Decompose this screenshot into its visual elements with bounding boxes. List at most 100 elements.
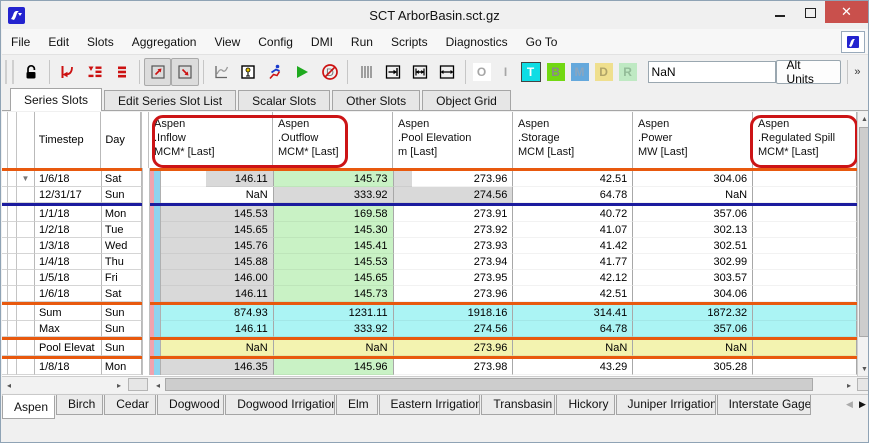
value-cell[interactable]: 145.88 bbox=[161, 254, 274, 270]
value-cell[interactable] bbox=[753, 238, 857, 254]
menu-item-aggregation[interactable]: Aggregation bbox=[123, 31, 206, 53]
minimize-button[interactable] bbox=[765, 1, 795, 23]
value-cell[interactable] bbox=[753, 270, 857, 286]
day-cell[interactable]: Mon bbox=[102, 359, 142, 375]
column-header-aspen-pool-elevation[interactable]: Aspen.Pool Elevationm [Last] bbox=[393, 112, 513, 168]
value-cell[interactable]: NaN bbox=[633, 187, 753, 203]
timestep-cell[interactable]: 1/4/18 bbox=[35, 254, 102, 270]
timestep-cell[interactable]: 12/31/17 bbox=[35, 187, 102, 203]
sheet-tab-elm[interactable]: Elm bbox=[336, 395, 378, 415]
value-cell[interactable] bbox=[753, 171, 857, 187]
value-cell[interactable]: 146.00 bbox=[161, 270, 274, 286]
sheet-tab-juniper-irrigation[interactable]: Juniper Irrigation bbox=[616, 395, 716, 415]
value-cell[interactable]: 302.99 bbox=[633, 254, 753, 270]
pane-splitter-box[interactable] bbox=[128, 378, 148, 391]
column-header-aspen-storage[interactable]: Aspen.StorageMCM [Last] bbox=[513, 112, 633, 168]
view-tab-other-slots[interactable]: Other Slots bbox=[332, 90, 420, 111]
menu-item-dmi[interactable]: DMI bbox=[302, 31, 342, 53]
day-cell[interactable]: Tue bbox=[102, 222, 142, 238]
value-cell[interactable]: 146.11 bbox=[161, 286, 274, 302]
value-cell[interactable]: 302.13 bbox=[633, 222, 753, 238]
value-cell[interactable]: 43.29 bbox=[513, 359, 633, 375]
value-cell[interactable] bbox=[753, 254, 857, 270]
menu-item-slots[interactable]: Slots bbox=[78, 31, 123, 53]
flag-m-button[interactable]: M bbox=[571, 63, 589, 81]
scroll-to-date-button[interactable] bbox=[81, 58, 108, 86]
value-cell[interactable]: 303.57 bbox=[633, 270, 753, 286]
sheet-tab-interstate-gage[interactable]: Interstate Gage bbox=[717, 395, 811, 415]
aggregation-expander-icon[interactable]: ▼ bbox=[17, 171, 35, 187]
sheet-tab-aspen[interactable]: Aspen bbox=[2, 395, 55, 419]
value-cell[interactable]: NaN bbox=[274, 340, 394, 356]
maximize-button[interactable] bbox=[795, 1, 825, 23]
value-cell[interactable]: 145.65 bbox=[161, 222, 274, 238]
value-cell[interactable]: 1872.32 bbox=[633, 305, 753, 321]
flag-d-button[interactable]: D bbox=[595, 63, 613, 81]
flag-r-button[interactable]: R bbox=[619, 63, 637, 81]
value-cell[interactable]: 304.06 bbox=[633, 286, 753, 302]
value-cell[interactable]: 273.94 bbox=[394, 254, 514, 270]
timestep-cell[interactable]: 1/3/18 bbox=[35, 238, 102, 254]
frozen-scroll-right-icon[interactable]: ▸ bbox=[112, 377, 126, 393]
expand-columns-button[interactable] bbox=[433, 58, 460, 86]
flag-i-button[interactable]: I bbox=[497, 63, 515, 81]
run-control-button[interactable] bbox=[262, 58, 289, 86]
sheet-tab-dogwood-irrigation[interactable]: Dogwood Irrigation bbox=[225, 395, 335, 415]
value-cell[interactable] bbox=[753, 286, 857, 302]
timestep-cell[interactable]: 1/5/18 bbox=[35, 270, 102, 286]
sheet-tab-dogwood[interactable]: Dogwood bbox=[157, 395, 224, 415]
value-cell[interactable]: NaN bbox=[161, 187, 274, 203]
menu-item-config[interactable]: Config bbox=[249, 31, 302, 53]
timestep-column-header[interactable]: Timestep bbox=[35, 112, 102, 168]
value-cell[interactable]: 302.51 bbox=[633, 238, 753, 254]
value-cell[interactable]: 64.78 bbox=[513, 321, 633, 337]
sheet-tab-transbasin[interactable]: Transbasin bbox=[481, 395, 555, 415]
day-cell[interactable]: Sun bbox=[102, 321, 142, 337]
main-scroll-right-icon[interactable]: ▸ bbox=[842, 377, 856, 393]
day-cell[interactable]: Sun bbox=[102, 340, 142, 356]
value-cell[interactable]: 41.77 bbox=[513, 254, 633, 270]
day-cell[interactable]: Sat bbox=[102, 171, 142, 187]
goto-slot-button[interactable] bbox=[54, 58, 81, 86]
scroll-up-icon[interactable]: ▲ bbox=[858, 112, 869, 126]
day-cell[interactable]: Sun bbox=[102, 187, 142, 203]
value-cell[interactable]: 145.73 bbox=[274, 286, 394, 302]
column-header-aspen-regulated-spill[interactable]: Aspen.Regulated SpillMCM* [Last] bbox=[753, 112, 857, 168]
fit-column-button[interactable] bbox=[379, 58, 406, 86]
sheet-tabs-scroll-left-icon[interactable]: ◀ bbox=[843, 395, 856, 413]
value-cell[interactable]: 273.96 bbox=[394, 340, 514, 356]
column-header-aspen-inflow[interactable]: Aspen.InflowMCM* [Last] bbox=[149, 112, 273, 168]
value-cell[interactable]: NaN bbox=[513, 340, 633, 356]
menu-item-diagnostics[interactable]: Diagnostics bbox=[437, 31, 517, 53]
value-cell[interactable]: 145.76 bbox=[161, 238, 274, 254]
timestep-cell[interactable]: 1/2/18 bbox=[35, 222, 102, 238]
menu-corner-icon-button[interactable] bbox=[841, 31, 865, 53]
value-cell[interactable]: 273.96 bbox=[394, 286, 514, 302]
menu-item-scripts[interactable]: Scripts bbox=[382, 31, 437, 53]
value-cell[interactable]: 41.07 bbox=[513, 222, 633, 238]
value-cell[interactable]: 274.56 bbox=[394, 321, 514, 337]
frozen-scroll-left-icon[interactable]: ◂ bbox=[2, 377, 16, 393]
close-button[interactable]: ✕ bbox=[825, 1, 868, 23]
horizontal-scrollbar-thumb[interactable] bbox=[165, 378, 813, 391]
day-cell[interactable]: Sat bbox=[102, 286, 142, 302]
value-cell[interactable]: 874.93 bbox=[161, 305, 274, 321]
timestep-cell[interactable]: 1/1/18 bbox=[35, 206, 102, 222]
value-cell[interactable]: 145.65 bbox=[274, 270, 394, 286]
value-cell[interactable]: 273.95 bbox=[394, 270, 514, 286]
vertical-scrollbar[interactable]: ▲ ▼ bbox=[857, 112, 869, 376]
vertical-scrollbar-thumb[interactable] bbox=[859, 127, 869, 337]
stop-run-button[interactable]: D bbox=[316, 58, 343, 86]
value-cell[interactable]: 1918.16 bbox=[394, 305, 514, 321]
day-column-header[interactable]: Day bbox=[101, 112, 141, 168]
value-cell[interactable]: 333.92 bbox=[274, 187, 394, 203]
timestep-cell[interactable]: Max bbox=[35, 321, 102, 337]
value-cell[interactable]: 273.98 bbox=[394, 359, 514, 375]
column-header-aspen-outflow[interactable]: Aspen.OutflowMCM* [Last] bbox=[273, 112, 393, 168]
value-cell[interactable]: 145.96 bbox=[274, 359, 394, 375]
start-run-button[interactable] bbox=[289, 58, 316, 86]
menu-item-edit[interactable]: Edit bbox=[39, 31, 78, 53]
timestep-cell[interactable]: Pool Elevat bbox=[35, 340, 102, 356]
main-scroll-left-icon[interactable]: ◂ bbox=[151, 377, 165, 393]
value-cell[interactable]: 357.06 bbox=[633, 206, 753, 222]
